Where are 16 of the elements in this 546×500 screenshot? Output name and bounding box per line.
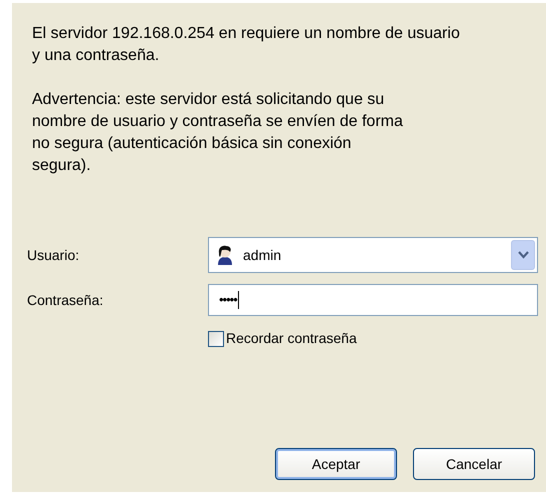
dropdown-button[interactable] [511,240,535,270]
password-value: ••••• [219,291,237,310]
user-icon [215,244,235,266]
username-label: Usuario: [27,246,80,264]
username-combo[interactable]: admin [208,237,538,273]
warning-text: Advertencia: este servidor está solicitando que su nombre de usuario y contraseña se envíen de forma no segura (autenticación básica sin conexión segura). [32,90,404,176]
dialog-button[interactable]: Cancelar [413,448,535,480]
text-cursor [238,291,239,309]
message-text: El servidor 192.168.0.254 en requiere un nombre de usuario y una contraseña. [32,24,461,66]
password-field[interactable]: ••••• [208,284,538,316]
password-label: Contraseña: [27,290,104,310]
chevron-down-icon [518,251,528,259]
username-value: admin [243,246,282,264]
dialog-button[interactable]: Aceptar [275,448,397,480]
remember-checkbox[interactable] [208,330,224,346]
remember-label: Recordar contraseña [226,329,357,348]
